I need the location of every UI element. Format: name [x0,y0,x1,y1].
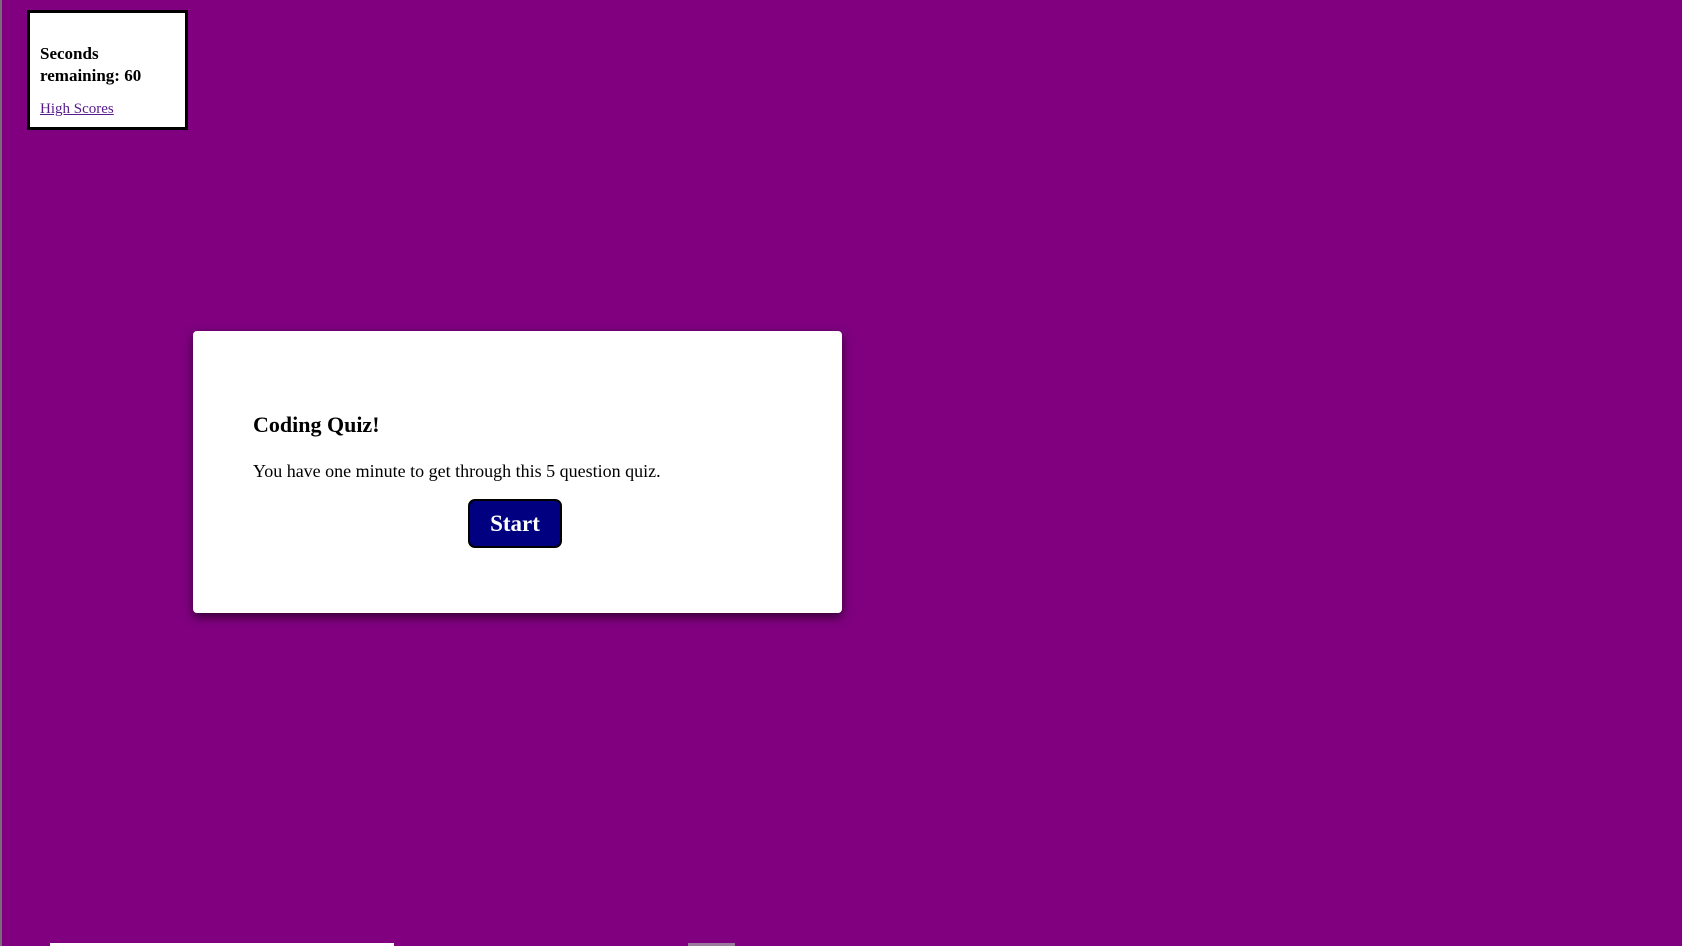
window-left-edge [0,0,2,946]
start-button[interactable]: Start [468,499,562,548]
start-button-container: Start [248,499,782,548]
quiz-title: Coding Quiz! [253,412,380,437]
high-scores-link[interactable]: High Scores [40,101,114,118]
quiz-intro-card: Coding Quiz! You have one minute to get … [193,331,842,613]
seconds-remaining-text: Seconds remaining: 60 [40,44,142,85]
timer-panel: Seconds remaining: 60 High Scores [27,10,188,130]
quiz-description: You have one minute to get through this … [253,461,661,481]
